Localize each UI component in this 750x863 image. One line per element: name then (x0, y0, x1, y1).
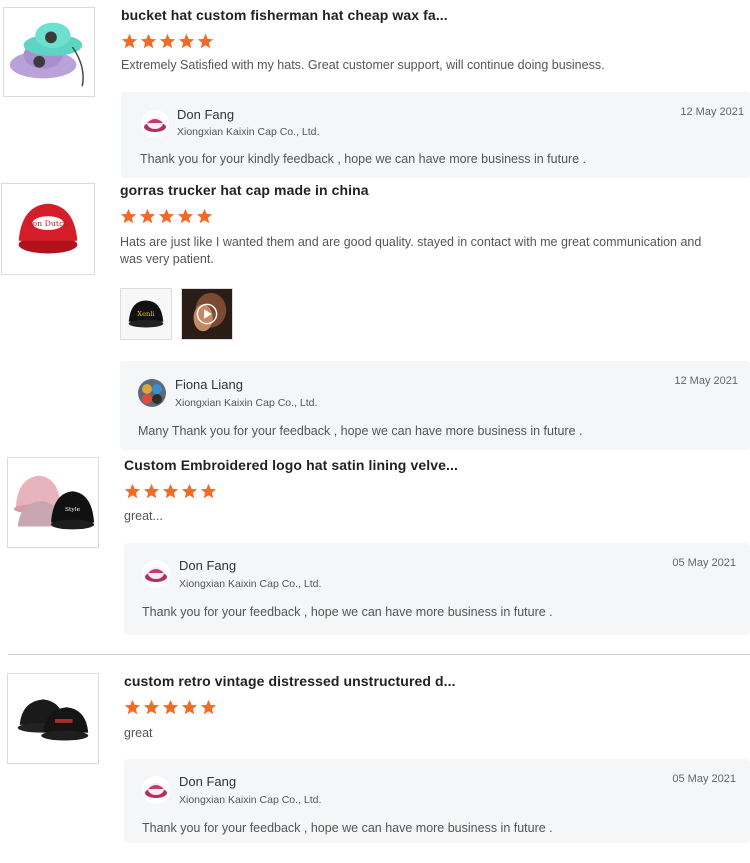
seller-company: Xiongxian Kaixin Cap Co., Ltd. (179, 794, 322, 806)
star-icon (158, 208, 175, 225)
review-comment: great (124, 726, 153, 740)
star-icon (140, 33, 157, 50)
product-thumbnail[interactable]: Style (7, 457, 99, 548)
reply-date: 05 May 2021 (672, 773, 736, 785)
review-comment: great... (124, 509, 163, 523)
star-icon (139, 208, 156, 225)
seller-reply: Fiona Liang Xiongxian Kaixin Cap Co., Lt… (120, 361, 750, 450)
svg-text:Style: Style (65, 507, 81, 513)
star-icon (159, 33, 176, 50)
seller-name: Don Fang (179, 558, 237, 573)
seller-avatar (142, 560, 170, 588)
star-icon (121, 33, 138, 50)
product-title[interactable]: gorras trucker hat cap made in china (120, 182, 369, 198)
star-icon (200, 483, 217, 500)
section-divider (8, 654, 750, 655)
reply-date: 12 May 2021 (674, 375, 738, 387)
cap-photo-icon: Xenli (121, 289, 171, 339)
product-title[interactable]: custom retro vintage distressed unstruct… (124, 673, 456, 689)
star-icon (162, 699, 179, 716)
star-icon (178, 33, 195, 50)
rating-stars (124, 699, 217, 717)
review-video[interactable] (181, 288, 233, 340)
star-icon (200, 699, 217, 716)
star-icon (143, 483, 160, 500)
svg-text:Xenli: Xenli (137, 310, 154, 318)
star-icon (120, 208, 137, 225)
star-icon (197, 33, 214, 50)
reply-text: Thank you for your feedback , hope we ca… (142, 605, 553, 619)
product-title[interactable]: bucket hat custom fisherman hat cheap wa… (121, 7, 448, 23)
reply-text: Thank you for your kindly feedback , hop… (140, 152, 587, 166)
star-icon (143, 699, 160, 716)
star-icon (181, 483, 198, 500)
star-icon (177, 208, 194, 225)
seller-reply: Don Fang Xiongxian Kaixin Cap Co., Ltd. … (124, 759, 750, 843)
star-icon (181, 699, 198, 716)
seller-company: Xiongxian Kaixin Cap Co., Ltd. (175, 397, 318, 409)
seller-name: Don Fang (177, 107, 235, 122)
rating-stars (121, 33, 214, 51)
review-comment: Extremely Satisfied with my hats. Great … (121, 58, 605, 72)
bucket-hat-photo-icon (4, 8, 94, 96)
star-icon (162, 483, 179, 500)
seller-name: Don Fang (179, 774, 237, 789)
vintage-caps-photo-icon (8, 674, 98, 763)
video-thumbnail-icon (182, 289, 232, 339)
review-photo[interactable]: Xenli (120, 288, 172, 340)
seller-avatar (142, 776, 170, 804)
seller-reply: Don Fang Xiongxian Kaixin Cap Co., Ltd. … (121, 92, 750, 178)
rating-stars (120, 208, 213, 226)
seller-reply: Don Fang Xiongxian Kaixin Cap Co., Ltd. … (124, 543, 750, 635)
seller-avatar (138, 379, 166, 407)
svg-text:Von Dutch: Von Dutch (27, 219, 69, 228)
reply-date: 12 May 2021 (680, 106, 744, 118)
trucker-cap-photo-icon: Von Dutch (2, 184, 94, 274)
rating-stars (124, 483, 217, 501)
embroidered-caps-photo-icon: Style (8, 458, 98, 547)
reply-text: Many Thank you for your feedback , hope … (138, 424, 583, 438)
review-comment: Hats are just like I wanted them and are… (120, 235, 702, 266)
product-thumbnail[interactable] (3, 7, 95, 97)
reply-text: Thank you for your feedback , hope we ca… (142, 821, 553, 835)
product-title[interactable]: Custom Embroidered logo hat satin lining… (124, 457, 458, 473)
seller-company: Xiongxian Kaixin Cap Co., Ltd. (177, 126, 320, 138)
seller-avatar (141, 110, 169, 138)
star-icon (196, 208, 213, 225)
seller-company: Xiongxian Kaixin Cap Co., Ltd. (179, 578, 322, 590)
star-icon (124, 483, 141, 500)
reply-date: 05 May 2021 (672, 557, 736, 569)
product-thumbnail[interactable] (7, 673, 99, 764)
product-thumbnail[interactable]: Von Dutch (1, 183, 95, 275)
star-icon (124, 699, 141, 716)
seller-name: Fiona Liang (175, 377, 243, 392)
